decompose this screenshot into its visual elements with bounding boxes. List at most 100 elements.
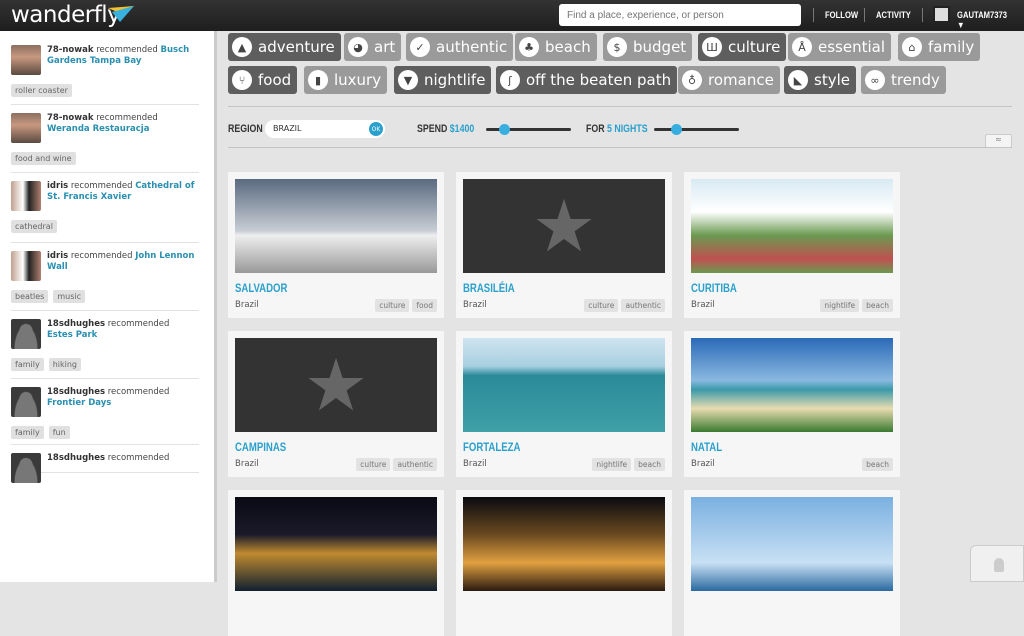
user-avatar[interactable]	[933, 6, 950, 23]
spend-slider[interactable]	[486, 124, 571, 135]
avatar[interactable]	[11, 453, 41, 483]
destination-card[interactable]: SALVADOR Brazil culture food	[228, 172, 444, 318]
tag[interactable]: beach	[862, 299, 893, 312]
user-link[interactable]: 18sdhughes	[47, 319, 105, 329]
placeholder-star-icon[interactable]: ★	[463, 179, 665, 273]
destination-photo[interactable]	[691, 497, 893, 591]
tag[interactable]: music	[53, 290, 86, 303]
user-menu[interactable]: GAUTAM7373 ▼	[957, 10, 1014, 30]
category-beach[interactable]: ♣ beach	[515, 33, 597, 61]
place-link[interactable]: Weranda Restauracja	[47, 124, 149, 134]
spend-value: $1400	[449, 123, 475, 135]
avatar[interactable]	[11, 319, 41, 349]
tag[interactable]: authentic	[621, 299, 665, 312]
verb: recommended	[107, 387, 170, 397]
collapse-filters-button[interactable]: ≈	[985, 134, 1012, 148]
destination-title[interactable]: FORTALEZA	[463, 440, 520, 454]
destination-card[interactable]: ★ CAMPINAS Brazil culture authentic	[228, 331, 444, 477]
tag[interactable]: nightlife	[820, 299, 860, 312]
activity-feed[interactable]: 78-nowak recommended Busch Gardens Tampa…	[0, 31, 217, 582]
category-nightlife[interactable]: ▼ nightlife	[394, 66, 492, 94]
category-authentic[interactable]: ✓ authentic	[406, 33, 514, 61]
tag[interactable]: fun	[48, 426, 70, 439]
user-link[interactable]: 18sdhughes	[47, 387, 105, 397]
divider	[922, 8, 923, 22]
tag[interactable]: nightlife	[592, 458, 632, 471]
destination-photo[interactable]	[691, 179, 893, 273]
category-budget[interactable]: $ budget	[603, 33, 693, 61]
category-off-the-beaten-path[interactable]: ʃ off the beaten path	[496, 66, 678, 94]
destination-title[interactable]: SALVADOR	[235, 281, 287, 295]
avatar[interactable]	[11, 45, 41, 75]
place-link[interactable]: Frontier Days	[47, 398, 111, 408]
person-icon	[994, 558, 1004, 572]
destination-photo[interactable]	[235, 179, 437, 273]
region-input[interactable]: BRAZIL OK	[265, 120, 385, 138]
tag[interactable]: cathedral	[11, 220, 57, 233]
destination-card[interactable]: ★ BRASILÉIA Brazil culture authentic	[456, 172, 672, 318]
placeholder-star-icon[interactable]: ★	[235, 338, 437, 432]
avatar[interactable]	[11, 251, 41, 281]
nights-slider[interactable]	[654, 124, 739, 135]
user-link[interactable]: idris	[47, 181, 68, 191]
tag[interactable]: beatles	[11, 290, 49, 303]
verb: recommended	[96, 113, 158, 123]
spend-slider-handle[interactable]	[498, 124, 510, 135]
avatar[interactable]	[11, 387, 41, 417]
tag[interactable]: food	[412, 299, 437, 312]
ok-button[interactable]: OK	[369, 122, 383, 136]
tag[interactable]: family	[11, 426, 44, 439]
category-style[interactable]: ◣ style	[784, 66, 856, 94]
user-link[interactable]: idris	[47, 251, 68, 261]
avatar[interactable]	[11, 113, 41, 143]
category-trendy[interactable]: ∞ trendy	[861, 66, 946, 94]
place-link[interactable]: Estes Park	[47, 330, 97, 340]
activity-link[interactable]: ACTIVITY	[876, 10, 911, 20]
destination-photo[interactable]	[691, 338, 893, 432]
category-luxury[interactable]: ▮ luxury	[304, 66, 388, 94]
chat-widget[interactable]	[970, 545, 1024, 582]
tag[interactable]: authentic	[393, 458, 437, 471]
tag[interactable]: hiking	[48, 358, 81, 371]
destination-card[interactable]	[228, 490, 444, 636]
nights-slider-handle[interactable]	[671, 124, 682, 135]
destination-photo[interactable]	[463, 497, 665, 591]
destination-card[interactable]	[684, 490, 900, 636]
tag[interactable]: culture	[375, 299, 410, 312]
destination-title[interactable]: BRASILÉIA	[463, 281, 515, 295]
category-romance[interactable]: ♁ romance	[678, 66, 780, 94]
destination-photo[interactable]	[235, 497, 437, 591]
user-link[interactable]: 18sdhughes	[47, 453, 105, 463]
destination-card[interactable]: FORTALEZA Brazil nightlife beach	[456, 331, 672, 477]
tag[interactable]: beach	[862, 458, 893, 471]
destination-title[interactable]: NATAL	[691, 440, 722, 454]
category-food[interactable]: ⑂ food	[228, 66, 298, 94]
destination-title[interactable]: CURITIBA	[691, 281, 737, 295]
tag[interactable]: roller coaster	[11, 84, 72, 97]
search-input[interactable]	[559, 4, 801, 26]
category-adventure[interactable]: ▲ adventure	[228, 33, 341, 61]
user-link[interactable]: 78-nowak	[47, 45, 94, 55]
destination-card[interactable]: NATAL Brazil beach	[684, 331, 900, 477]
user-link[interactable]: 78-nowak	[47, 113, 94, 123]
category-art[interactable]: ◕ art	[344, 33, 402, 61]
category-culture[interactable]: Шculture	[698, 33, 787, 61]
destination-title[interactable]: CAMPINAS	[235, 440, 286, 454]
tag[interactable]: family	[11, 358, 44, 371]
region-value: BRAZIL	[273, 124, 302, 133]
tag[interactable]: culture	[356, 458, 391, 471]
nights-label: FOR 5 NIGHTS	[586, 123, 648, 135]
tag[interactable]: culture	[584, 299, 619, 312]
logo[interactable]: wanderfly	[11, 2, 121, 28]
avatar[interactable]	[11, 181, 41, 211]
category-label: authentic	[436, 38, 508, 56]
tag[interactable]: food and wine	[11, 152, 76, 165]
tag[interactable]: beach	[634, 458, 665, 471]
follow-link[interactable]: FOLLOW	[825, 10, 858, 20]
feed-item: 78-nowak recommended Busch Gardens Tampa…	[11, 45, 199, 105]
destination-card[interactable]: CURITIBA Brazil nightlife beach	[684, 172, 900, 318]
category-essential[interactable]: Åessential	[788, 33, 892, 61]
destination-photo[interactable]	[463, 338, 665, 432]
category-family[interactable]: ⌂ family	[898, 33, 981, 61]
destination-card[interactable]	[456, 490, 672, 636]
